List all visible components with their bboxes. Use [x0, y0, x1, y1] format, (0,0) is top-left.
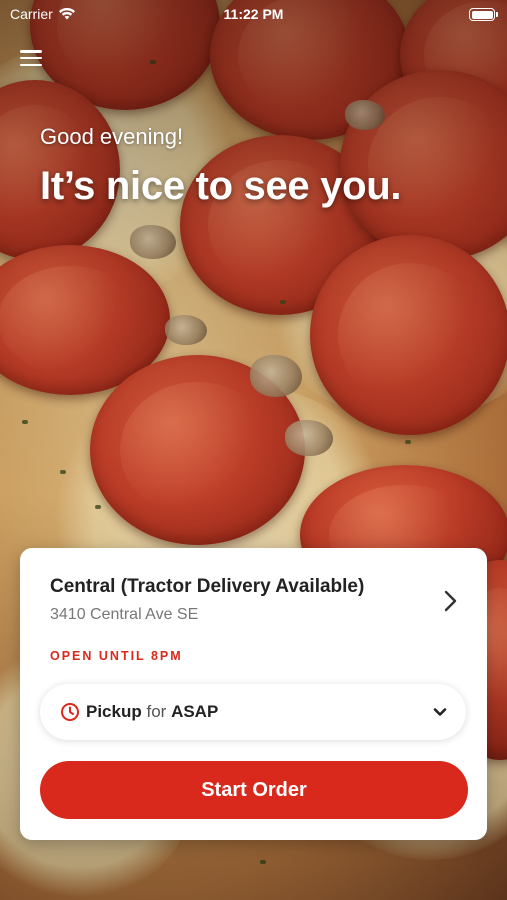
status-bar: Carrier 11:22 PM — [0, 0, 507, 28]
chevron-right-icon[interactable] — [441, 590, 459, 612]
order-mode-text: Pickup for ASAP — [86, 702, 218, 722]
order-mode-dropdown[interactable]: Pickup for ASAP — [40, 684, 466, 740]
location-name: Central (Tractor Delivery Available) — [50, 576, 365, 597]
clock-icon — [61, 703, 79, 721]
status-time: 11:22 PM — [223, 6, 284, 22]
location-card: Central (Tractor Delivery Available) 341… — [20, 548, 487, 840]
greeting-subtitle: Good evening! — [40, 124, 184, 149]
location-address: 3410 Central Ave SE — [50, 606, 199, 623]
chevron-down-icon — [433, 708, 447, 716]
start-order-button[interactable]: Start Order — [40, 761, 468, 819]
battery-icon — [469, 8, 498, 21]
menu-icon[interactable] — [20, 48, 42, 68]
location-selector[interactable]: Central (Tractor Delivery Available) 341… — [50, 576, 427, 624]
order-mode-type: Pickup — [86, 702, 142, 721]
order-mode-connector: for — [146, 702, 167, 721]
order-mode-time: ASAP — [171, 702, 219, 721]
greeting-headline: It’s nice to see you. — [40, 164, 402, 208]
store-hours-status: OPEN UNTIL 8PM — [50, 649, 183, 663]
